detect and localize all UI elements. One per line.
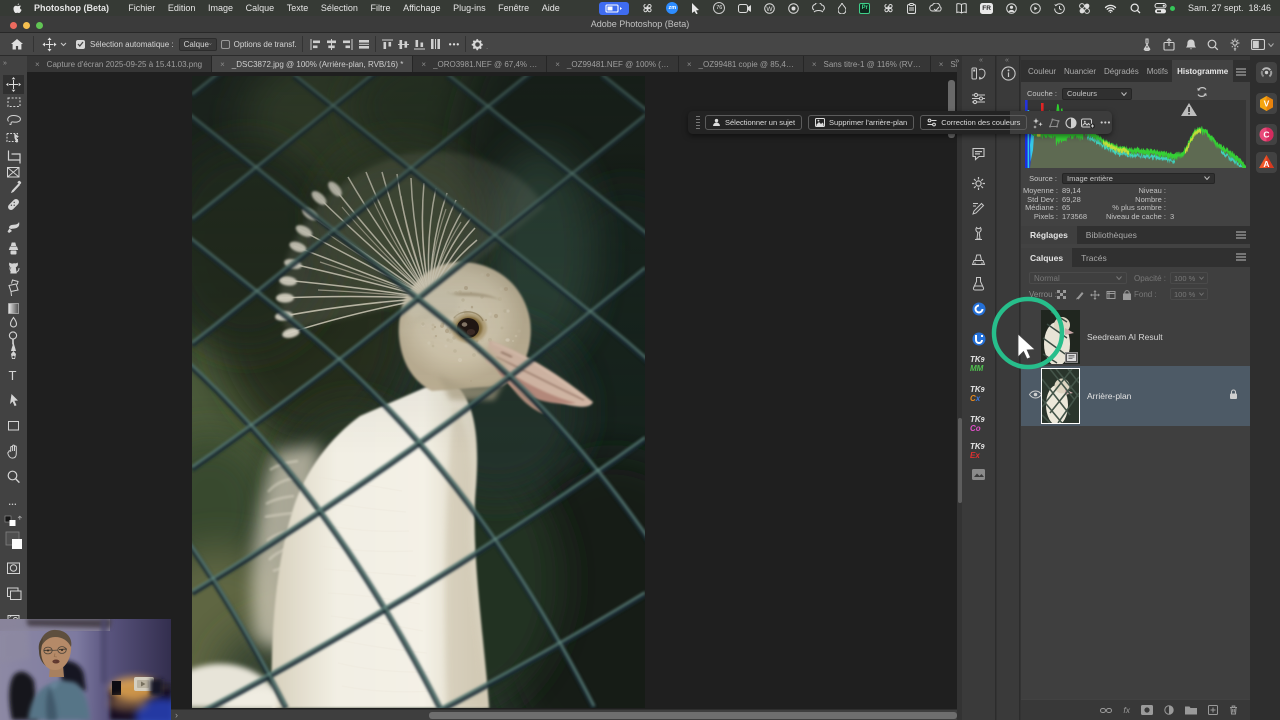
svg-text:…: … xyxy=(8,497,17,507)
svg-text:A: A xyxy=(1263,159,1269,169)
svg-text:V: V xyxy=(1264,99,1270,109)
svg-text:W: W xyxy=(767,5,774,12)
svg-text:T: T xyxy=(9,368,17,383)
svg-text:»: » xyxy=(3,60,7,67)
svg-text:C: C xyxy=(1263,130,1269,140)
